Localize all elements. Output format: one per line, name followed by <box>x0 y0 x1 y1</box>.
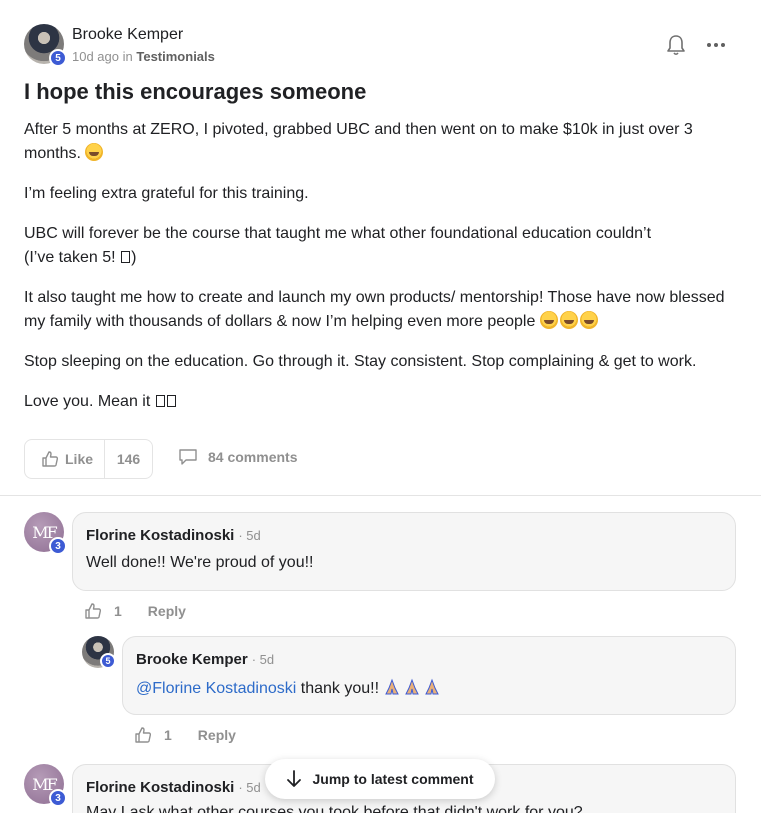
comment-text-body: thank you!! <box>296 680 380 697</box>
like-button[interactable]: Like <box>25 440 105 478</box>
comment-time: · 5d <box>251 652 275 667</box>
post-paragraph: It also taught me how to create and laun… <box>24 289 725 330</box>
mention-link[interactable]: @Florine Kostadinoski <box>136 680 296 697</box>
commenter-level-badge: 3 <box>49 789 67 807</box>
author-level-badge: 5 <box>49 49 67 67</box>
comment-bubble <box>122 636 736 715</box>
like-label: Like <box>65 451 94 467</box>
comment-time: · 5d <box>238 780 261 795</box>
praying-hands-icon <box>385 678 400 695</box>
post-paragraph: UBC will forever be the course that taug… <box>24 225 652 242</box>
post-paragraph: I’m feeling extra grateful for this trai… <box>24 185 309 202</box>
thumbs-up-icon[interactable] <box>84 602 102 620</box>
comment-like-count: 1 <box>114 603 122 619</box>
comment-text: May I ask what other courses you took be… <box>86 804 583 813</box>
post-title: I hope this encourages someone <box>24 79 367 104</box>
comment-author-name[interactable]: Brooke Kemper <box>136 651 248 668</box>
post-paragraph: After 5 months at ZERO, I pivoted, grabb… <box>24 121 693 162</box>
comment-author[interactable]: Florine Kostadinoski · 5d <box>86 527 261 544</box>
comment-text: Well done!! We're proud of you!! <box>86 554 314 571</box>
praying-hands-icon <box>425 678 440 695</box>
post-in-word: in <box>122 49 133 64</box>
missing-glyph-icon <box>166 395 176 407</box>
post-meta: 10d ago in Testimonials <box>72 49 215 64</box>
reply-button[interactable]: Reply <box>198 727 236 743</box>
post-paragraph: (I’ve taken 5! <box>24 249 116 266</box>
post-paragraph: ) <box>131 249 137 266</box>
jump-label: Jump to latest comment <box>312 771 474 787</box>
comments-count: 84 comments <box>208 449 298 465</box>
comment-bubble <box>72 512 736 591</box>
missing-glyph-icon <box>155 395 165 407</box>
arrow-down-icon <box>287 770 302 787</box>
comment-author-name[interactable]: Florine Kostadinoski <box>86 527 234 544</box>
comment-text: @Florine Kostadinoski thank you!! <box>136 678 443 698</box>
comment-icon <box>179 449 197 465</box>
commenter-level-badge: 3 <box>49 537 67 555</box>
post-paragraph: Stop sleeping on the education. Go throu… <box>24 353 697 370</box>
post-paragraph: Love you. Mean it <box>24 393 151 410</box>
comments-link[interactable]: 84 comments <box>178 448 297 466</box>
comment-actions: 1 Reply <box>84 602 186 620</box>
missing-glyph-icon <box>121 251 131 263</box>
commenter-level-badge: 5 <box>100 653 116 669</box>
post-time: 10d ago <box>72 49 119 64</box>
comment-like-count: 1 <box>164 727 172 743</box>
post-category[interactable]: Testimonials <box>136 49 215 64</box>
comment-author-name[interactable]: Florine Kostadinoski <box>86 779 234 796</box>
comment-author[interactable]: Brooke Kemper · 5d <box>136 651 274 668</box>
crying-emoji-icon <box>85 143 104 161</box>
thumbs-up-icon <box>42 451 59 467</box>
reply-button[interactable]: Reply <box>148 603 186 619</box>
bell-icon[interactable] <box>666 34 686 56</box>
praying-hands-icon <box>405 678 420 695</box>
like-count[interactable]: 146 <box>105 451 152 467</box>
divider <box>0 495 761 496</box>
comment-author[interactable]: Florine Kostadinoski · 5d <box>86 779 261 796</box>
jump-to-latest-button[interactable]: Jump to latest comment <box>265 759 495 799</box>
crying-emoji-icon <box>579 311 598 329</box>
crying-emoji-icon <box>559 311 578 329</box>
comment-actions: 1 Reply <box>134 726 236 744</box>
author-name[interactable]: Brooke Kemper <box>72 26 183 44</box>
post-body: After 5 months at ZERO, I pivoted, grabb… <box>24 118 736 430</box>
thumbs-up-icon[interactable] <box>134 726 152 744</box>
crying-emoji-icon <box>539 311 558 329</box>
like-group: Like 146 <box>24 439 153 479</box>
comment-time: · 5d <box>238 528 261 543</box>
more-options-icon[interactable] <box>704 38 728 52</box>
